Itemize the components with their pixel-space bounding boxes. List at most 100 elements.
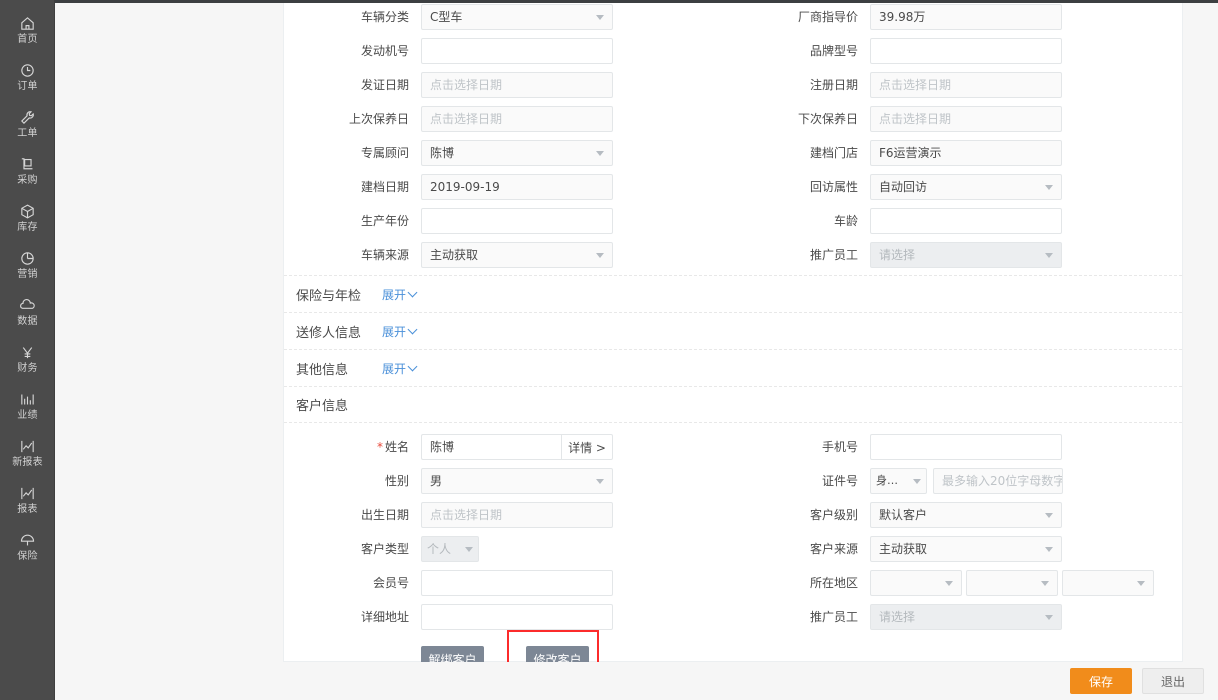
customer-birthday-picker[interactable]: 点击选择日期 <box>421 502 613 528</box>
select-value: 默认客户 <box>879 508 928 522</box>
field-label: 推广员工 <box>809 248 858 262</box>
sidebar-label: 业绩 <box>17 409 38 421</box>
select-value: 陈博 <box>430 146 455 160</box>
customer-detail-button[interactable]: 详情 > <box>561 434 613 460</box>
wrench-icon <box>19 109 36 126</box>
field-record-date: 建档日期 2019-09-19 <box>284 173 733 201</box>
issue-date-picker[interactable]: 点击选择日期 <box>421 72 613 98</box>
region-province-select[interactable] <box>870 570 962 596</box>
expand-toggle-other-info[interactable]: 展开 <box>382 360 418 377</box>
sidebar-item-orders[interactable]: 订单 <box>0 53 55 100</box>
expand-label: 展开 <box>382 287 407 302</box>
sidebar-item-purchase[interactable]: 采购 <box>0 147 55 194</box>
form-row: 会员号 所在地区 <box>284 569 1182 603</box>
section-customer-info-header: 客户信息 <box>284 386 1182 423</box>
customer-phone-input[interactable] <box>870 434 1062 460</box>
label-text: 姓名 <box>384 440 409 454</box>
select-value: 个人 <box>427 542 452 556</box>
revisit-attribute-select[interactable]: 自动回访 <box>870 174 1062 200</box>
field-label: 建档日期 <box>360 180 409 194</box>
member-no-input[interactable] <box>421 570 613 596</box>
chevron-down-icon <box>407 324 418 335</box>
promoter-vehicle-select[interactable]: 请选择 <box>870 242 1062 268</box>
field-promoter-vehicle: 推广员工 请选择 <box>733 241 1182 269</box>
sidebar-item-marketing[interactable]: 营销 <box>0 241 55 288</box>
register-date-picker[interactable]: 点击选择日期 <box>870 72 1062 98</box>
field-store: 建档门店 F6运营演示 <box>733 139 1182 167</box>
field-vehicle-category: 车辆分类 C型车 <box>284 3 733 31</box>
select-value: 请选择 <box>879 248 916 262</box>
sidebar-item-performance[interactable]: 业绩 <box>0 382 55 429</box>
chevron-down-icon <box>596 478 604 484</box>
field-label: 推广员工 <box>809 610 858 624</box>
region-district-select[interactable] <box>1062 570 1154 596</box>
field-address: 详细地址 <box>284 603 733 631</box>
advisor-select[interactable]: 陈博 <box>421 140 613 166</box>
chevron-down-icon <box>596 150 604 156</box>
customer-id-number-input[interactable]: 最多输入20位字母数字 <box>933 468 1063 494</box>
customer-type-select[interactable]: 个人 <box>421 536 479 562</box>
form-row: 发证日期 点击选择日期 注册日期 点击选择日期 <box>284 71 1182 105</box>
sidebar-item-home[interactable]: 首页 <box>0 6 55 53</box>
section-repair-contact[interactable]: 送修人信息 展开 <box>284 312 1182 349</box>
promoter-customer-select[interactable]: 请选择 <box>870 604 1062 630</box>
select-value: 自动回访 <box>879 180 928 194</box>
box-icon <box>19 203 36 220</box>
customer-name-input[interactable]: 陈博 <box>421 434 561 460</box>
field-region: 所在地区 <box>733 569 1182 597</box>
field-production-year: 生产年份 <box>284 207 733 235</box>
exit-button[interactable]: 退出 <box>1142 668 1204 694</box>
customer-level-select[interactable]: 默认客户 <box>870 502 1062 528</box>
brand-model-input[interactable] <box>870 38 1062 64</box>
required-marker: * <box>376 440 383 454</box>
next-maintenance-picker[interactable]: 点击选择日期 <box>870 106 1062 132</box>
field-label: 出生日期 <box>360 508 409 522</box>
last-maintenance-picker[interactable]: 点击选择日期 <box>421 106 613 132</box>
expand-toggle-repair-contact[interactable]: 展开 <box>382 323 418 340</box>
section-insurance-inspection[interactable]: 保险与年检 展开 <box>284 275 1182 312</box>
field-customer-level: 客户级别 默认客户 <box>733 501 1182 529</box>
store-input[interactable]: F6运营演示 <box>870 140 1062 166</box>
sidebar-item-workorder[interactable]: 工单 <box>0 100 55 147</box>
region-group <box>870 570 1154 596</box>
vehicle-category-select[interactable]: C型车 <box>421 4 613 30</box>
sidebar-item-finance[interactable]: 财务 <box>0 335 55 382</box>
engine-no-input[interactable] <box>421 38 613 64</box>
vehicle-age-input[interactable] <box>870 208 1062 234</box>
customer-source-select[interactable]: 主动获取 <box>870 536 1062 562</box>
section-title: 保险与年检 <box>296 288 362 304</box>
production-year-input[interactable] <box>421 208 613 234</box>
chevron-down-icon <box>1045 184 1053 190</box>
expand-toggle-insurance[interactable]: 展开 <box>382 286 418 303</box>
field-label: 客户类型 <box>360 542 409 556</box>
save-button[interactable]: 保存 <box>1070 668 1132 694</box>
customer-id-type-select[interactable]: 身份证 <box>870 468 927 494</box>
section-other-info[interactable]: 其他信息 展开 <box>284 349 1182 386</box>
customer-gender-select[interactable]: 男 <box>421 468 613 494</box>
vehicle-source-select[interactable]: 主动获取 <box>421 242 613 268</box>
sidebar-label: 数据 <box>17 315 38 327</box>
sidebar-item-report[interactable]: 报表 <box>0 476 55 523</box>
sidebar-item-data[interactable]: 数据 <box>0 288 55 335</box>
chevron-down-icon <box>945 580 953 586</box>
sidebar-item-new-report[interactable]: 新报表 <box>0 429 55 476</box>
field-label: 客户来源 <box>809 542 858 556</box>
field-label: * 姓名 <box>284 433 421 461</box>
chevron-down-icon <box>913 478 921 484</box>
msrp-input[interactable]: 39.98万 <box>870 4 1062 30</box>
section-title: 送修人信息 <box>296 325 362 341</box>
sidebar-item-inventory[interactable]: 库存 <box>0 194 55 241</box>
field-customer-type: 客户类型 个人 <box>284 535 733 563</box>
address-input[interactable] <box>421 604 613 630</box>
sidebar-label: 首页 <box>17 33 38 45</box>
sidebar-item-insurance[interactable]: 保险 <box>0 523 55 570</box>
field-member-no: 会员号 <box>284 569 733 597</box>
field-label: 车辆分类 <box>360 10 409 24</box>
region-city-select[interactable] <box>966 570 1058 596</box>
field-customer-birthday: 出生日期 点击选择日期 <box>284 501 733 529</box>
record-date-input[interactable]: 2019-09-19 <box>421 174 613 200</box>
field-label: 生产年份 <box>360 214 409 228</box>
field-label: 回访属性 <box>809 180 858 194</box>
sidebar-label: 新报表 <box>12 456 43 468</box>
form-row: 上次保养日 点击选择日期 下次保养日 点击选择日期 <box>284 105 1182 139</box>
